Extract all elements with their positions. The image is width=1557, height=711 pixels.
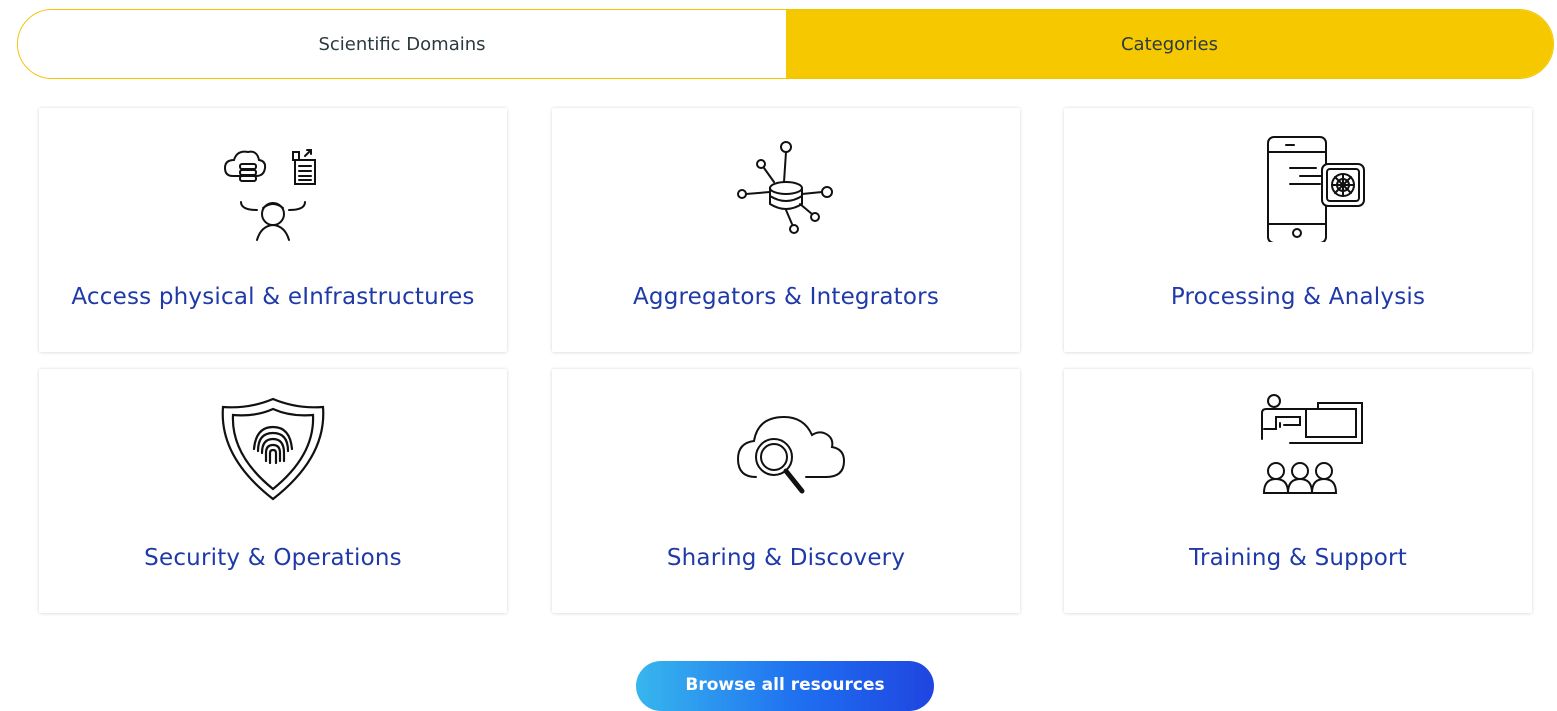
category-card-processing[interactable]: Processing & Analysis xyxy=(1064,108,1532,352)
data-network-icon xyxy=(716,132,856,242)
category-label: Training & Support xyxy=(1189,545,1407,571)
tab-scientific-domains[interactable]: Scientific Domains xyxy=(18,10,786,78)
category-label: Aggregators & Integrators xyxy=(632,284,940,310)
category-label: Security & Operations xyxy=(144,545,402,571)
fingerprint-shield-icon xyxy=(203,393,343,503)
mobile-processing-icon xyxy=(1228,132,1368,242)
category-card-training[interactable]: Training & Support xyxy=(1064,369,1532,613)
category-label: Processing & Analysis xyxy=(1170,284,1426,310)
tab-bar: Scientific Domains Categories xyxy=(17,9,1554,79)
category-label: Sharing & Discovery xyxy=(666,545,906,571)
infrastructure-icon xyxy=(203,132,343,242)
cloud-search-icon xyxy=(716,393,856,503)
browse-all-resources-button[interactable]: Browse all resources xyxy=(636,661,934,711)
tab-categories[interactable]: Categories xyxy=(786,10,1553,78)
category-label: Access physical & eInfrastructures xyxy=(71,284,475,310)
presentation-icon xyxy=(1228,393,1368,503)
category-card-security[interactable]: Security & Operations xyxy=(39,369,507,613)
category-card-access[interactable]: Access physical & eInfrastructures xyxy=(39,108,507,352)
category-card-sharing[interactable]: Sharing & Discovery xyxy=(552,369,1020,613)
category-card-aggregators[interactable]: Aggregators & Integrators xyxy=(552,108,1020,352)
